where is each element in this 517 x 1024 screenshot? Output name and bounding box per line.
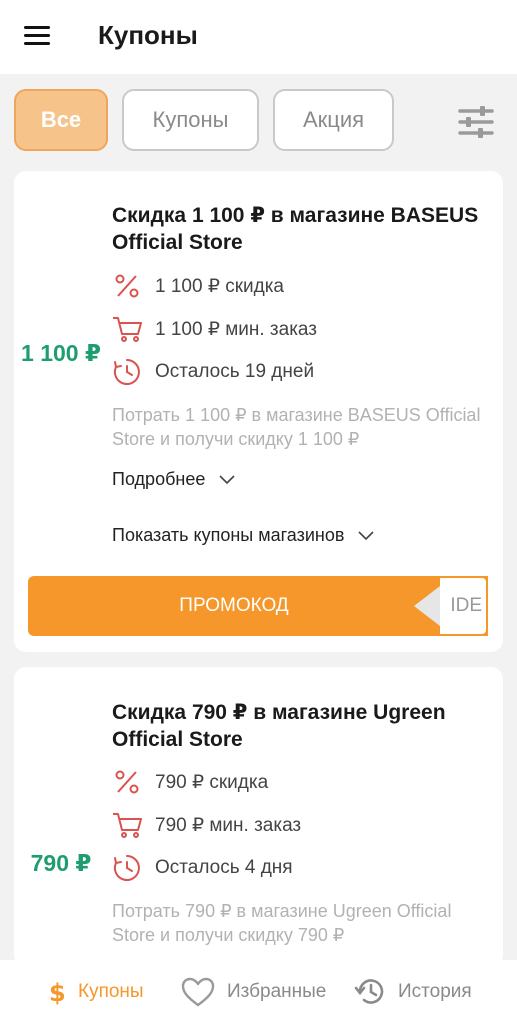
promo-code-peek: IDE xyxy=(440,576,488,636)
chevron-down-icon xyxy=(358,530,374,540)
min-order-text: 1 100 ₽ мин. заказ xyxy=(155,318,317,340)
details-toggle[interactable]: Подробнее xyxy=(112,469,235,490)
coupon-description: Потрать 790 ₽ в магазине Ugreen Official… xyxy=(112,901,452,945)
details-label: Подробнее xyxy=(112,469,206,489)
coupon-title: Скидка 1 100 ₽ в магазине BASEUS Officia… xyxy=(112,204,479,254)
cart-icon xyxy=(112,810,142,840)
remaining-row: Осталось 19 дней xyxy=(112,357,314,387)
dollar-icon: $ xyxy=(48,978,66,1006)
percent-icon xyxy=(112,767,142,797)
nav-item-history[interactable]: История xyxy=(354,960,472,1024)
coupon-card: 790 ₽ Скидка 790 ₽ в магазине Ugreen Off… xyxy=(14,667,503,967)
filter-chip-promo[interactable]: Акция xyxy=(273,89,394,151)
history-icon xyxy=(354,977,386,1007)
coupon-amount: 790 ₽ xyxy=(30,850,92,876)
filter-bar: Все Купоны Акция xyxy=(0,74,517,170)
min-order-text: 790 ₽ мин. заказ xyxy=(155,814,302,836)
percent-icon xyxy=(112,271,142,301)
nav-item-coupons[interactable]: $ Купоны xyxy=(48,960,144,1024)
min-order-row: 1 100 ₽ мин. заказ xyxy=(112,314,317,344)
discount-text: 790 ₽ скидка xyxy=(155,771,269,793)
remaining-text: Осталось 19 дней xyxy=(155,361,315,382)
timer-icon xyxy=(112,357,142,387)
svg-text:$: $ xyxy=(49,979,66,1006)
store-coupons-label: Показать купоны магазинов xyxy=(112,525,345,545)
cart-icon xyxy=(112,314,142,344)
coupon-amount: 1 100 ₽ xyxy=(21,340,101,366)
store-coupons-toggle[interactable]: Показать купоны магазинов xyxy=(112,525,374,546)
nav-label-favorites: Избранные xyxy=(227,981,327,1002)
filter-settings-icon[interactable] xyxy=(458,104,494,140)
discount-row: 1 100 ₽ скидка xyxy=(112,271,284,301)
menu-icon[interactable] xyxy=(24,26,52,46)
app-bar: Купоны xyxy=(0,0,517,74)
timer-icon xyxy=(112,853,142,883)
remaining-text: Осталось 4 дня xyxy=(155,857,293,878)
page-title: Купоны xyxy=(98,20,198,50)
min-order-row: 790 ₽ мин. заказ xyxy=(112,810,301,840)
filter-chip-coupons[interactable]: Купоны xyxy=(122,89,259,151)
chevron-down-icon xyxy=(219,474,235,484)
filter-chip-all[interactable]: Все xyxy=(14,89,108,151)
coupon-description: Потрать 1 100 ₽ в магазине BASEUS Offici… xyxy=(112,405,481,449)
nav-label-coupons: Купоны xyxy=(78,981,144,1002)
bottom-nav: $ Купоны Избранные История xyxy=(0,960,517,1024)
coupon-title: Скидка 790 ₽ в магазине Ugreen Official … xyxy=(112,701,446,751)
promo-fold-corner xyxy=(414,586,440,626)
nav-item-favorites[interactable]: Избранные xyxy=(181,960,326,1024)
remaining-row: Осталось 4 дня xyxy=(112,853,293,883)
promo-code-label: ПРОМОКОД xyxy=(179,595,289,616)
nav-label-history: История xyxy=(398,981,472,1002)
discount-row: 790 ₽ скидка xyxy=(112,767,268,797)
heart-icon xyxy=(181,977,215,1007)
coupon-card: 1 100 ₽ Скидка 1 100 ₽ в магазине BASEUS… xyxy=(14,171,503,652)
promo-code-button[interactable]: ПРОМОКОД IDE xyxy=(28,576,488,636)
discount-text: 1 100 ₽ скидка xyxy=(155,275,285,297)
